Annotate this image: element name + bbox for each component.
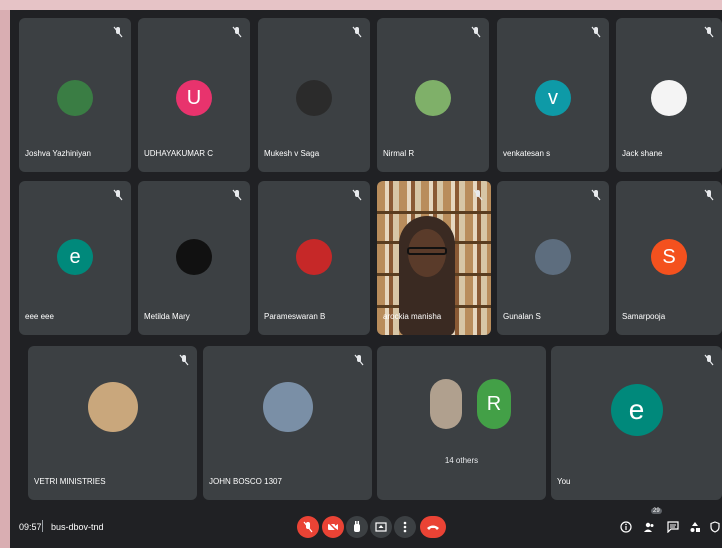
participant-name: You	[557, 477, 571, 486]
mic-off-icon	[471, 26, 481, 38]
participant-tile[interactable]: v venkatesan s	[497, 18, 609, 172]
mic-off-icon	[473, 189, 483, 201]
mic-off-icon	[591, 189, 601, 201]
people-icon	[644, 522, 654, 532]
mic-off-icon	[303, 521, 313, 533]
participant-avatar	[87, 382, 138, 432]
others-count: 14 others	[444, 456, 479, 465]
participant-tile[interactable]: Nirmal R	[377, 18, 489, 172]
participant-name: Parameswaran B	[264, 312, 326, 321]
participant-name: Gunalan S	[503, 312, 541, 321]
meeting-code: bus-dbov-tnd	[51, 522, 104, 532]
clock-time: 09:57	[19, 522, 42, 532]
participant-name: Jack shane	[622, 149, 663, 158]
participant-tile[interactable]: Metilda Mary	[138, 181, 250, 335]
participant-avatar	[296, 80, 332, 116]
participant-video-tile[interactable]: arockia manisha	[377, 181, 491, 335]
participant-avatar: v	[535, 80, 571, 116]
participant-tile[interactable]: e eee eee	[19, 181, 131, 335]
participant-avatar: e	[610, 384, 663, 436]
participant-avatar	[57, 80, 93, 116]
participant-name: eee eee	[25, 312, 54, 321]
participant-avatar: e	[57, 239, 93, 275]
chat-icon	[667, 521, 679, 533]
activities-icon	[690, 522, 700, 532]
participant-tile[interactable]: Jack shane	[616, 18, 722, 172]
others-tile[interactable]: R 14 others	[377, 346, 546, 500]
activities-button[interactable]	[687, 519, 703, 535]
participant-name: UDHAYAKUMAR C	[144, 149, 214, 158]
mic-off-icon	[704, 354, 714, 366]
mic-off-icon	[179, 354, 189, 366]
host-controls-button[interactable]	[707, 519, 722, 535]
chat-button[interactable]	[665, 519, 681, 535]
mic-off-icon	[113, 26, 123, 38]
participant-tile[interactable]: U UDHAYAKUMAR C	[138, 18, 250, 172]
participant-avatar: U	[176, 80, 212, 116]
mic-off-icon	[704, 26, 714, 38]
self-tile[interactable]: e You	[551, 346, 722, 500]
meet-window: Joshva Yazhiniyan U UDHAYAKUMAR C Mukesh…	[10, 10, 722, 548]
participant-name: arockia manisha	[383, 312, 442, 321]
shield-icon	[710, 521, 720, 533]
more-options-button[interactable]	[394, 516, 416, 538]
mic-off-icon	[113, 189, 123, 201]
participant-name: Samarpooja	[622, 312, 666, 321]
info-icon	[620, 521, 632, 533]
participant-avatar: S	[651, 239, 687, 275]
participant-avatar	[415, 80, 451, 116]
bottom-control-bar: 09:57 bus-dbov-tnd 29	[10, 508, 722, 548]
mic-off-icon	[591, 26, 601, 38]
background-top-border	[0, 0, 722, 10]
participant-avatar	[176, 239, 212, 275]
camera-toggle-button[interactable]	[322, 516, 344, 538]
mic-toggle-button[interactable]	[297, 516, 319, 538]
hand-icon	[354, 521, 360, 532]
mic-off-icon	[704, 189, 714, 201]
participant-count-badge: 29	[651, 508, 662, 514]
divider	[42, 520, 43, 532]
mic-off-icon	[354, 354, 364, 366]
present-icon	[375, 522, 387, 532]
participant-tile[interactable]: JOHN BOSCO 1307	[203, 346, 372, 500]
participant-tile[interactable]: Mukesh v Saga	[258, 18, 370, 172]
participant-tile[interactable]: Parameswaran B	[258, 181, 370, 335]
meeting-details-button[interactable]	[618, 519, 634, 535]
participant-tile[interactable]: Joshva Yazhiniyan	[19, 18, 131, 172]
more-vert-icon	[403, 521, 407, 533]
mic-off-icon	[232, 26, 242, 38]
mic-off-icon	[352, 189, 362, 201]
leave-call-button[interactable]	[420, 516, 446, 538]
participant-name: Nirmal R	[383, 149, 415, 158]
participant-tile[interactable]: VETRI MINISTRIES	[28, 346, 197, 500]
participant-avatar	[651, 80, 687, 116]
raise-hand-button[interactable]	[346, 516, 368, 538]
mic-off-icon	[352, 26, 362, 38]
participant-tile[interactable]: Gunalan S	[497, 181, 609, 335]
participant-avatar	[296, 239, 332, 275]
participant-name: JOHN BOSCO 1307	[209, 477, 282, 486]
others-avatar-letter: R	[477, 379, 511, 429]
others-avatar-photo	[430, 379, 462, 429]
participant-name: venkatesan s	[503, 149, 551, 158]
call-end-icon	[427, 525, 439, 530]
camera-off-icon	[327, 522, 339, 532]
participant-tile[interactable]: S Samarpooja	[616, 181, 722, 335]
participant-name: Mukesh v Saga	[264, 149, 320, 158]
mic-off-icon	[232, 189, 242, 201]
participant-avatar	[262, 382, 313, 432]
participant-name: VETRI MINISTRIES	[34, 477, 106, 486]
present-screen-button[interactable]	[370, 516, 392, 538]
people-button[interactable]	[641, 519, 657, 535]
participant-avatar	[535, 239, 571, 275]
participant-name: Metilda Mary	[144, 312, 190, 321]
participant-name: Joshva Yazhiniyan	[25, 149, 91, 158]
